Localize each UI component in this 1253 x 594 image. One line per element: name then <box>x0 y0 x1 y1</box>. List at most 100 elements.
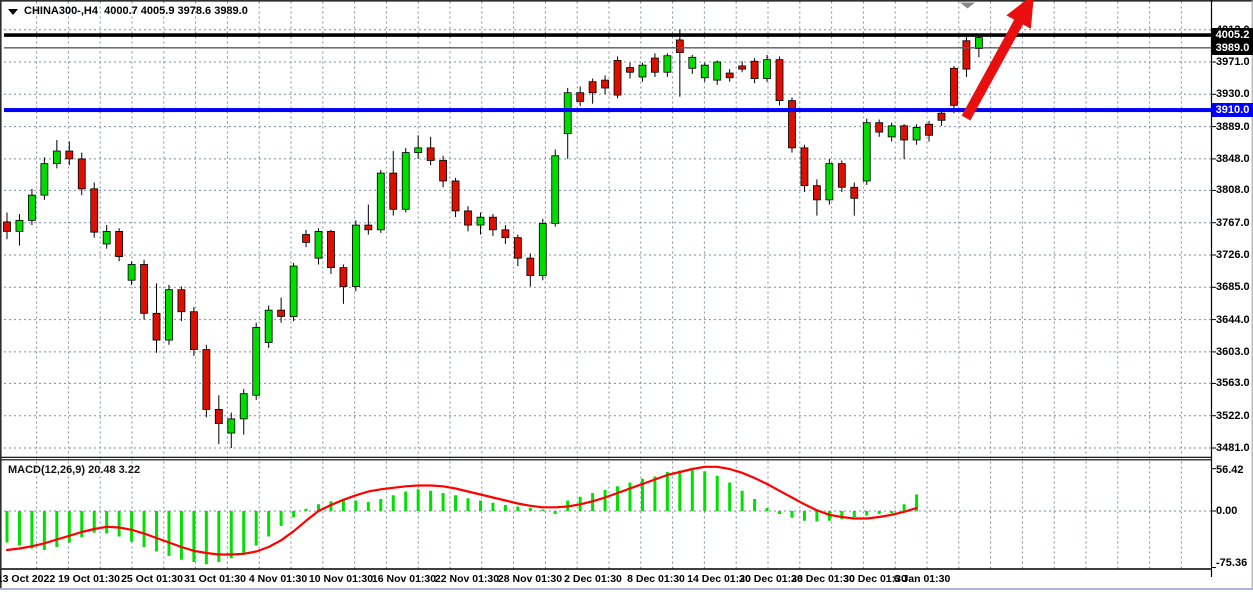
blue-line-price-label: 3910.0 <box>1212 103 1253 117</box>
macd-histogram-bar <box>491 503 494 511</box>
price-tick-label: 3726.0 <box>1216 249 1250 261</box>
price-tick-label: 3563.0 <box>1216 377 1250 389</box>
macd-histogram-bar <box>292 511 295 517</box>
macd-histogram-bar <box>6 511 9 543</box>
candle-body <box>66 151 73 159</box>
candle-body <box>165 290 172 340</box>
time-axis-label: 31 Oct 01:30 <box>184 573 246 585</box>
price-tick-label: 3522.0 <box>1216 410 1250 422</box>
candle-body <box>377 173 384 230</box>
current-price-line[interactable] <box>4 47 1211 48</box>
time-axis-label: 2 Dec 01:30 <box>564 573 622 585</box>
candle-body <box>863 123 870 181</box>
candle-body <box>427 148 434 161</box>
macd-histogram-bar <box>255 511 258 546</box>
macd-histogram-bar <box>342 500 345 511</box>
candle-body <box>228 419 235 433</box>
candle-body <box>78 159 85 189</box>
macd-histogram-bar <box>554 511 557 514</box>
candle-body <box>452 181 459 211</box>
macd-histogram-bar <box>130 511 133 542</box>
macd-histogram-bar <box>68 511 71 543</box>
macd-histogram-bar <box>30 511 33 549</box>
price-tick-label: 3971.0 <box>1216 56 1250 68</box>
time-axis-label: 28 Nov 01:30 <box>498 573 562 585</box>
price-tick-label: 3848.0 <box>1216 153 1250 165</box>
candle-body <box>801 148 808 186</box>
macd-histogram-bar <box>417 489 420 511</box>
price-level-label: 3989.0 <box>1212 41 1253 55</box>
chart-shift-marker-icon[interactable] <box>960 3 975 9</box>
candle-body <box>28 195 35 220</box>
time-axis-label: 22 Nov 01:30 <box>435 573 499 585</box>
macd-histogram-bar <box>467 498 470 511</box>
candle-body <box>402 153 409 210</box>
candle-body <box>41 164 48 196</box>
macd-histogram-bar <box>691 470 694 511</box>
candle-body <box>489 217 496 230</box>
candle-body <box>876 123 883 132</box>
candle-body <box>826 164 833 200</box>
macd-histogram-bar <box>529 508 532 511</box>
macd-axis-label: 0.00 <box>1216 505 1237 517</box>
price-tick-label: 3808.0 <box>1216 184 1250 196</box>
candle-body <box>938 113 945 120</box>
candle-body <box>838 164 845 188</box>
macd-histogram-bar <box>853 511 856 517</box>
candle-body <box>327 231 334 267</box>
symbol-period-label: CHINA300-,H4 <box>24 5 98 17</box>
candle-body <box>502 230 509 238</box>
chart-canvas[interactable] <box>0 0 1253 594</box>
candle-body <box>103 231 110 244</box>
candle-body <box>813 186 820 200</box>
macd-indicator-label: MACD(12,26,9) 20.48 3.22 <box>8 464 140 476</box>
price-tick-label: 3685.0 <box>1216 281 1250 293</box>
time-axis-label: 4 Nov 01:30 <box>249 573 307 585</box>
candle-body <box>552 156 559 224</box>
candle-body <box>178 290 185 312</box>
candle-body <box>4 222 11 231</box>
candle-body <box>726 73 733 78</box>
macd-histogram-bar <box>242 511 245 553</box>
price-tick-label: 3481.0 <box>1216 442 1250 454</box>
macd-histogram-bar <box>55 511 58 547</box>
candle-body <box>602 80 609 88</box>
candle-body <box>577 93 584 102</box>
candle-body <box>340 268 347 287</box>
candle-body <box>16 220 23 231</box>
time-axis-label: 25 Oct 01:30 <box>121 573 183 585</box>
candle-body <box>91 189 98 232</box>
macd-histogram-bar <box>442 493 445 511</box>
candle-body <box>240 394 247 419</box>
candle-body <box>527 258 534 275</box>
candle-body <box>215 409 222 423</box>
candle-body <box>116 231 123 256</box>
candle-body <box>888 126 895 137</box>
candle-body <box>639 65 646 77</box>
candle-body <box>203 350 210 410</box>
macd-histogram-bar <box>616 486 619 511</box>
time-axis-label: 13 Oct 2022 <box>0 573 55 585</box>
symbol-dropdown-icon[interactable] <box>8 9 18 15</box>
macd-histogram-bar <box>180 511 183 560</box>
candle-body <box>676 40 683 53</box>
price-tick-label: 3767.0 <box>1216 217 1250 229</box>
macd-histogram-bar <box>105 511 108 534</box>
candle-body <box>128 264 135 280</box>
candle-body <box>514 238 521 258</box>
candle-body <box>788 101 795 148</box>
support-level-line[interactable] <box>4 108 1211 112</box>
candle-body <box>851 187 858 198</box>
candle-body <box>714 62 721 80</box>
macd-histogram-bar <box>778 511 781 514</box>
macd-histogram-bar <box>367 502 370 511</box>
macd-histogram-bar <box>878 511 881 514</box>
macd-histogram-bar <box>653 477 656 512</box>
candle-body <box>751 61 758 78</box>
macd-histogram-bar <box>703 471 706 511</box>
macd-histogram-bar <box>354 501 357 512</box>
macd-axis-label: 56.42 <box>1216 464 1244 476</box>
price-tick-label: 3644.0 <box>1216 314 1250 326</box>
resistance-level-line[interactable] <box>4 33 1211 37</box>
macd-histogram-bar <box>728 483 731 512</box>
